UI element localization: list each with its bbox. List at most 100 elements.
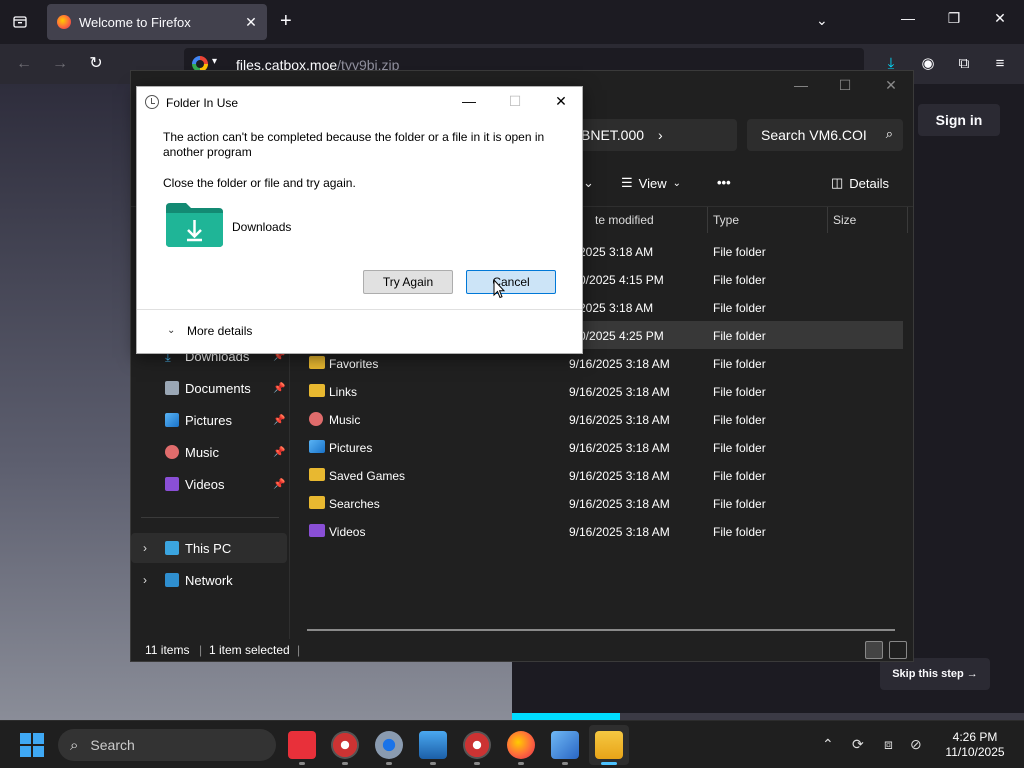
tab-close-icon[interactable]: ✕	[241, 14, 261, 31]
sidebar-item-this-pc[interactable]: › This PC	[131, 533, 287, 563]
table-row[interactable]: Saved Games 9/16/2025 3:18 AM File folde…	[301, 461, 903, 489]
explorer-search-input[interactable]: Search VM6.COI ⌕	[747, 119, 903, 151]
address-segment[interactable]: BNET.000	[581, 127, 644, 143]
details-label: Details	[849, 175, 890, 191]
expand-chevron-icon[interactable]: ›	[143, 541, 147, 555]
back-arrow-icon[interactable]: ←	[14, 54, 34, 74]
column-separator[interactable]	[907, 207, 908, 233]
tab-title: Welcome to Firefox	[79, 14, 191, 30]
try-again-button[interactable]: Try Again	[363, 270, 453, 294]
running-indicator	[518, 762, 524, 765]
large-icons-view-icon[interactable]	[889, 641, 907, 659]
view-button[interactable]: ☰ View ⌄	[621, 175, 681, 191]
videos-folder-icon	[309, 524, 325, 537]
folder-in-use-dialog: Folder In Use — ☐ ✕ The action can't be …	[136, 86, 583, 354]
folder-icon	[309, 468, 325, 481]
explorer-minimize-icon[interactable]: —	[791, 77, 811, 93]
column-size[interactable]: Size	[833, 213, 856, 227]
downloads-folder-icon	[166, 203, 223, 247]
new-tab-button[interactable]: +	[280, 11, 292, 31]
column-type[interactable]: Type	[713, 213, 739, 227]
sign-in-button[interactable]: Sign in	[918, 104, 1000, 136]
menu-hamburger-icon[interactable]: ≡	[990, 54, 1010, 74]
table-row[interactable]: Music 9/16/2025 3:18 AM File folder	[301, 405, 903, 433]
table-row[interactable]: Links 9/16/2025 3:18 AM File folder	[301, 377, 903, 405]
forward-arrow-icon[interactable]: →	[50, 54, 70, 74]
skip-step-button[interactable]: Skip this step →	[880, 658, 990, 690]
running-indicator	[430, 762, 436, 765]
photos-app-icon[interactable]	[419, 731, 447, 759]
sidebar-item-videos[interactable]: Videos 📌	[131, 469, 287, 499]
restore-window-icon[interactable]: ❐	[944, 10, 964, 27]
dialog-folder-name: Downloads	[232, 220, 292, 234]
details-pane-button[interactable]: ◫ Details	[831, 175, 889, 191]
tab-welcome[interactable]: Welcome to Firefox ✕	[47, 4, 267, 40]
see-more-button[interactable]: •••	[717, 175, 731, 190]
column-separator[interactable]	[707, 207, 708, 233]
address-chevron-icon[interactable]: ›	[658, 127, 663, 143]
pictures-folder-icon	[309, 440, 325, 453]
expand-chevron-icon[interactable]: ›	[143, 573, 147, 587]
display-icon[interactable]: ⧈	[884, 736, 893, 753]
extensions-icon[interactable]: ⧉	[954, 54, 974, 74]
sort-chevron-icon[interactable]: ⌄	[583, 175, 594, 191]
volume-muted-icon[interactable]: ⊘	[910, 736, 922, 753]
active-app-indicator	[601, 762, 617, 765]
account-icon[interactable]: ◉	[918, 54, 938, 74]
sync-status-icon[interactable]: ⟳	[852, 736, 864, 753]
dialog-close-icon[interactable]: ✕	[551, 93, 571, 110]
sandbox-app-icon[interactable]	[551, 731, 579, 759]
search-icon: ⌕	[885, 126, 893, 141]
windows-taskbar: ⌕ Search ⌃ ⟳ ⧈ ⊘ 4:26 PM 11/10/2025	[0, 720, 1024, 768]
explorer-close-icon[interactable]: ✕	[881, 77, 901, 94]
status-item-count: 11 items	[145, 643, 190, 657]
file-explorer-app-icon[interactable]	[595, 731, 623, 759]
onboarding-progress-fill	[512, 713, 620, 720]
pin-icon: 📌	[273, 478, 286, 490]
dialog-title: Folder In Use	[166, 96, 239, 110]
close-window-icon[interactable]: ✕	[990, 10, 1010, 27]
sidebar-item-music[interactable]: Music 📌	[131, 437, 287, 467]
nav-divider	[141, 517, 279, 518]
table-row[interactable]: Videos 9/16/2025 3:18 AM File folder	[301, 517, 903, 545]
status-separator: |	[199, 643, 203, 657]
sidebar-item-documents[interactable]: Documents 📌	[131, 373, 287, 403]
taskbar-search-box[interactable]: ⌕ Search	[58, 729, 276, 761]
running-indicator	[474, 762, 480, 765]
column-separator[interactable]	[827, 207, 828, 233]
pin-icon: 📌	[273, 414, 286, 426]
reload-icon[interactable]: ↻	[86, 54, 106, 74]
more-details-chevron-icon[interactable]: ⌄	[167, 325, 175, 336]
mouse-pointer-icon	[493, 279, 505, 299]
list-all-tabs-chevron-icon[interactable]: ⌄	[816, 12, 828, 29]
firefox-tab-bar: Welcome to Firefox ✕ + ⌄ — ❐ ✕	[0, 0, 1024, 44]
clock-icon	[145, 95, 159, 109]
cancel-button[interactable]: Cancel	[466, 270, 556, 294]
show-hidden-icons-chevron-icon[interactable]: ⌃	[822, 736, 834, 753]
more-details-toggle[interactable]: More details	[187, 324, 252, 338]
documents-icon	[165, 381, 179, 395]
table-row[interactable]: Pictures 9/16/2025 3:18 AM File folder	[301, 433, 903, 461]
security-app-icon-2[interactable]	[463, 731, 491, 759]
sidebar-item-pictures[interactable]: Pictures 📌	[131, 405, 287, 435]
horizontal-scrollbar[interactable]	[307, 629, 895, 631]
taskbar-clock[interactable]: 4:26 PM 11/10/2025	[940, 730, 1010, 760]
security-app-icon[interactable]	[331, 731, 359, 759]
folder-icon	[309, 496, 325, 509]
explorer-maximize-icon[interactable]: ☐	[835, 77, 855, 94]
anydesk-app-icon[interactable]	[288, 731, 316, 759]
column-date-modified[interactable]: te modified	[595, 213, 654, 227]
dialog-minimize-icon[interactable]: —	[459, 93, 479, 109]
table-row[interactable]: Searches 9/16/2025 3:18 AM File folder	[301, 489, 903, 517]
firefox-app-icon[interactable]	[507, 731, 535, 759]
minimize-window-icon[interactable]: —	[898, 10, 918, 26]
search-engine-chevron-icon[interactable]: ▾	[212, 56, 217, 67]
address-bar[interactable]: BNET.000 ›	[561, 119, 737, 151]
dialog-message: The action can't be completed because th…	[163, 130, 545, 159]
settings-gear-icon[interactable]	[375, 731, 403, 759]
sidebar-item-network[interactable]: › Network	[131, 565, 287, 595]
details-view-icon[interactable]	[865, 641, 883, 659]
pin-icon: 📌	[273, 382, 286, 394]
firefox-view-button[interactable]	[8, 10, 32, 34]
start-windows-icon[interactable]	[20, 733, 44, 757]
